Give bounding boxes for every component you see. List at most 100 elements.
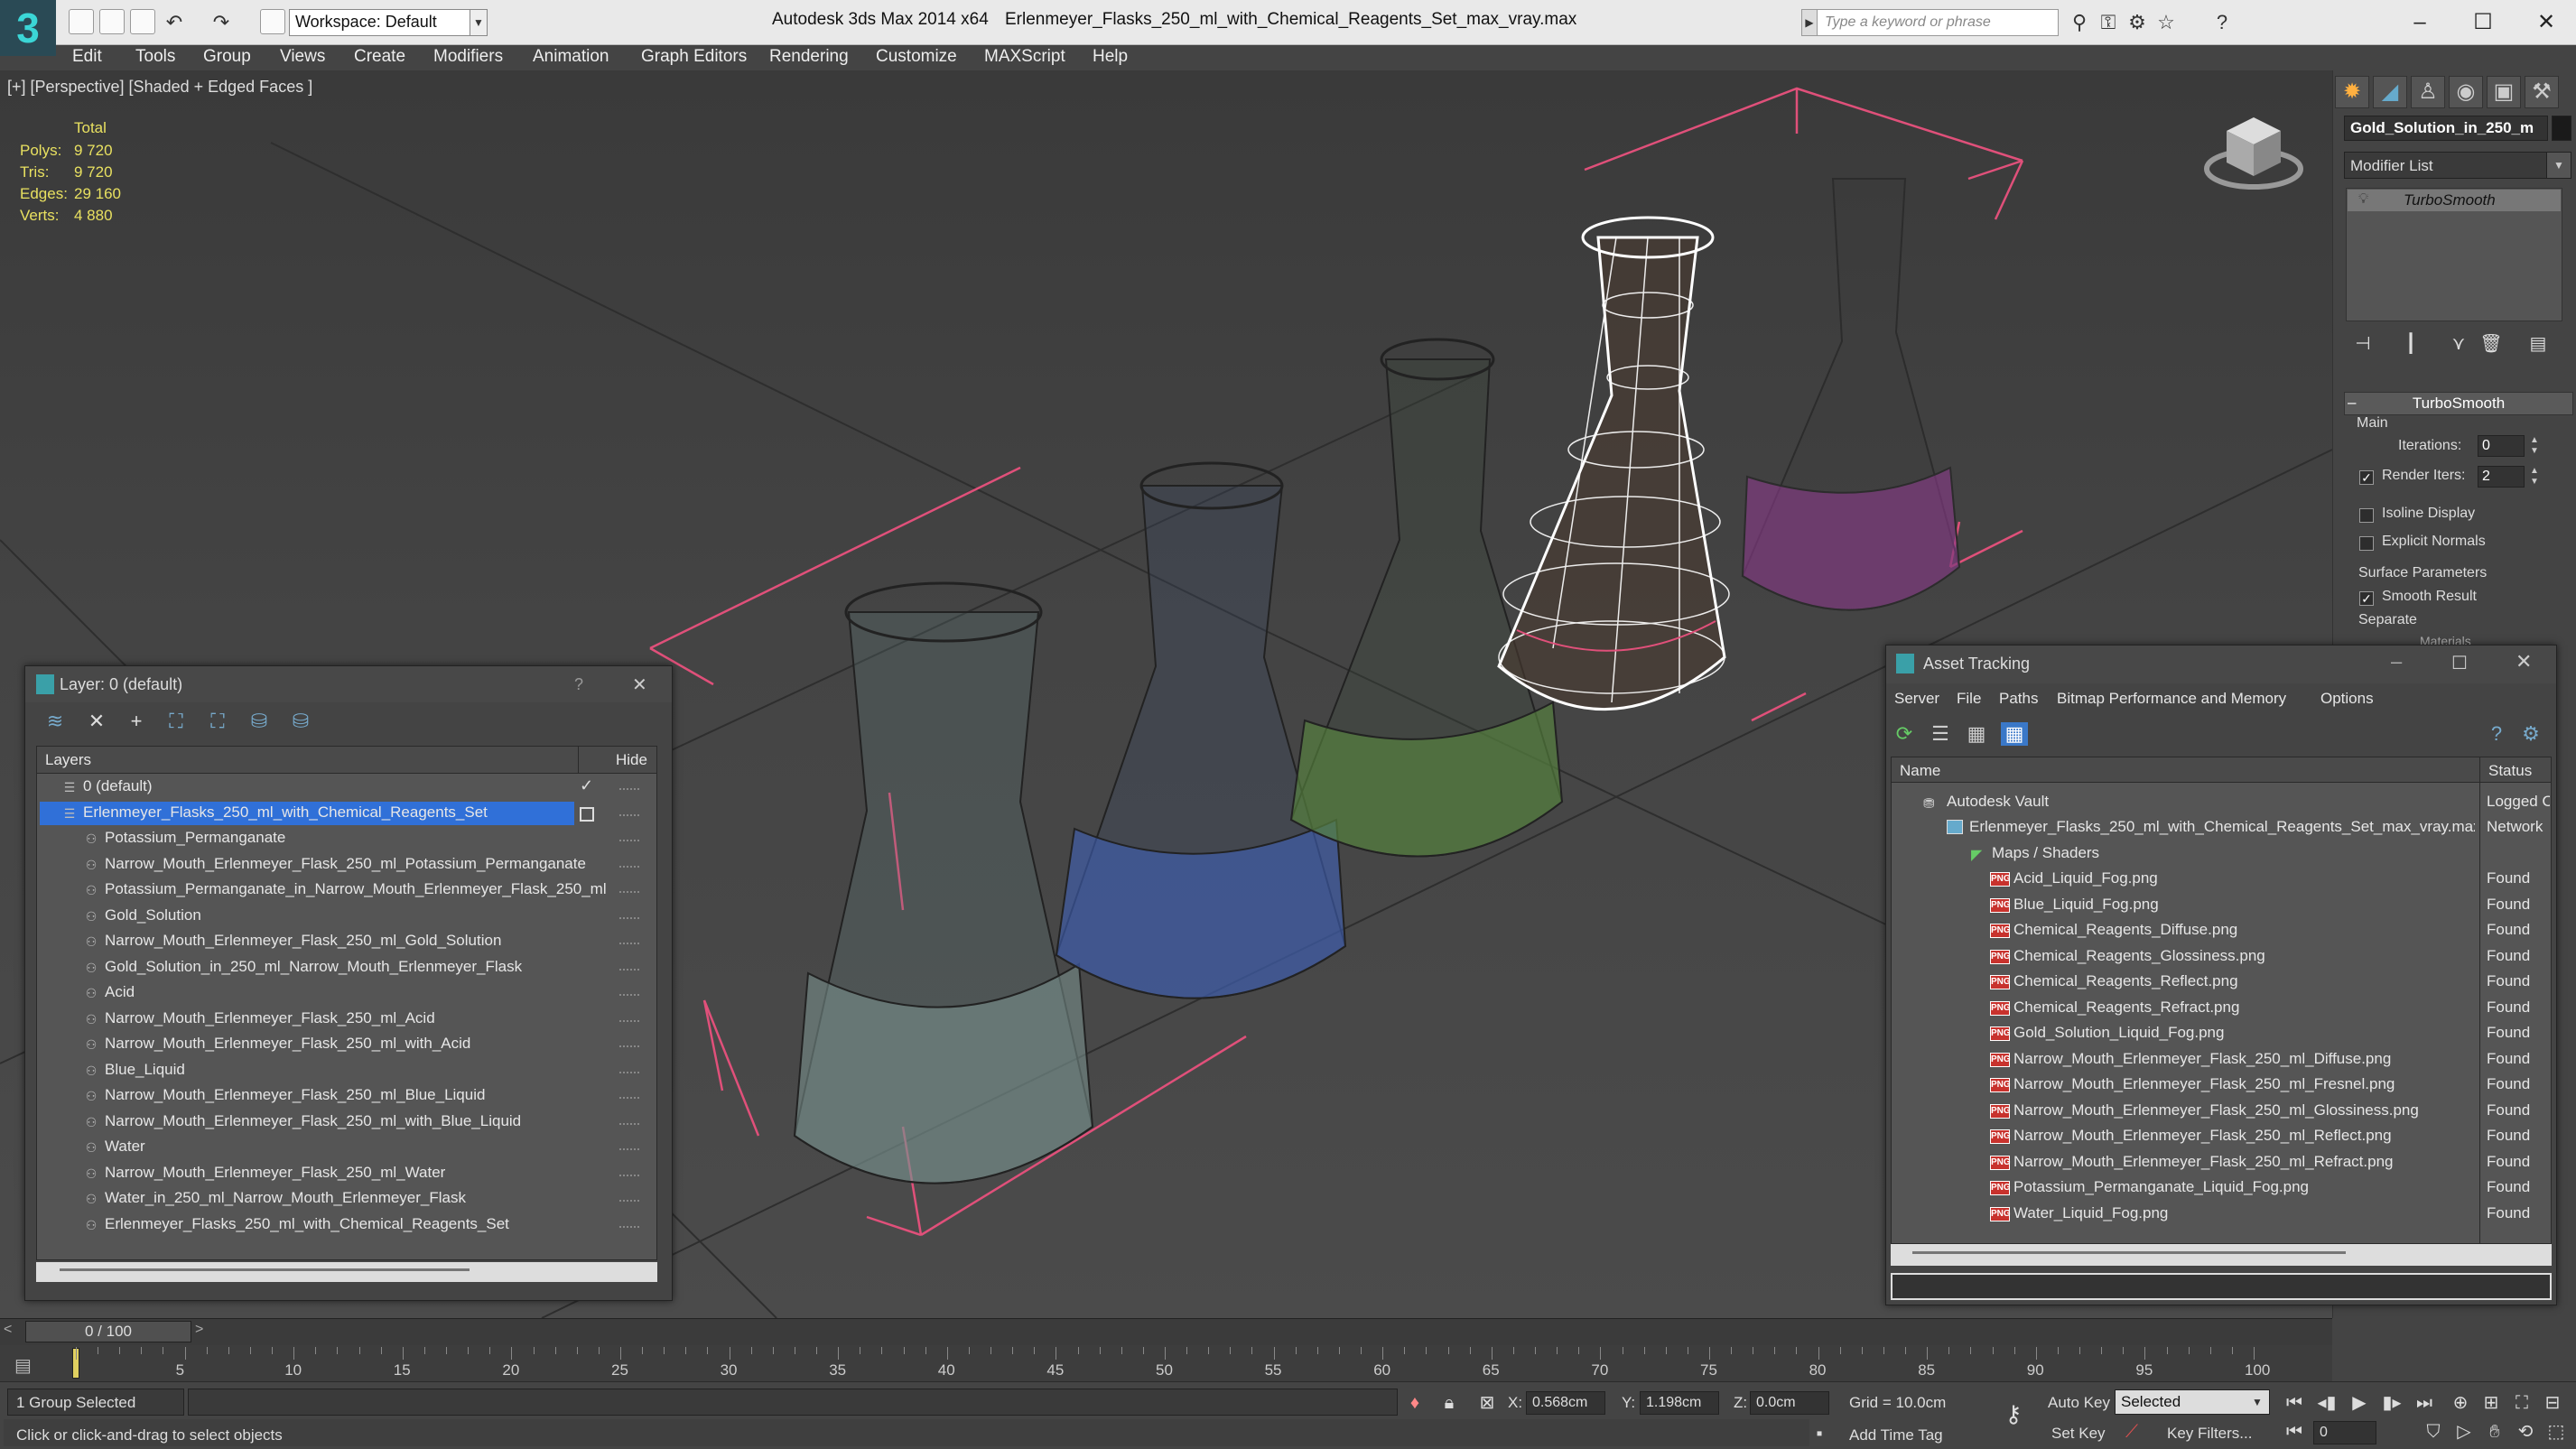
asset-menu-file[interactable]: File [1957, 690, 1981, 708]
menu-maxscript[interactable]: MAXScript [984, 45, 1065, 69]
layer-help-button[interactable]: ? [574, 675, 583, 694]
set-key-mode-icon[interactable]: ⟋ [2118, 1419, 2145, 1444]
zoom-extents-all-icon[interactable]: ⊟ [2539, 1390, 2566, 1416]
asset-horizontal-scrollbar[interactable] [1891, 1244, 2552, 1266]
hide-toggle[interactable] [619, 968, 639, 972]
delete-layer-icon[interactable]: ✕ [85, 710, 108, 733]
layer-tree-item[interactable]: Narrow_Mouth_Erlenmeyer_Flask_250_ml_wit… [105, 1112, 521, 1130]
asset-map-item[interactable]: Chemical_Reagents_Refract.png [2013, 999, 2239, 1017]
menu-group[interactable]: Group [203, 45, 251, 69]
menu-tools[interactable]: Tools [135, 45, 175, 69]
show-end-result-icon[interactable]: ┃ [2397, 330, 2424, 358]
asset-map-item[interactable]: Chemical_Reagents_Reflect.png [2013, 972, 2238, 990]
layer-tree-item[interactable]: Potassium_Permanganate [105, 829, 285, 847]
app-logo[interactable]: 3 [0, 0, 56, 56]
help-search-input[interactable]: Type a keyword or phrase [1817, 9, 2059, 36]
hide-toggle[interactable] [619, 865, 639, 869]
asset-map-item[interactable]: Narrow_Mouth_Erlenmeyer_Flask_250_ml_Ref… [2013, 1153, 2393, 1171]
flask-water[interactable] [793, 581, 1094, 1184]
orbit-icon[interactable]: ⟲ [2512, 1419, 2539, 1444]
layer-tree-item[interactable]: Water_in_250_ml_Narrow_Mouth_Erlenmeyer_… [105, 1189, 466, 1207]
layer-tree-item[interactable]: Erlenmeyer_Flasks_250_ml_with_Chemical_R… [105, 1215, 509, 1233]
layer-tree-item[interactable]: Potassium_Permanganate_in_Narrow_Mouth_E… [105, 880, 607, 898]
maximize-viewport-icon[interactable]: ⬚ [2543, 1419, 2570, 1444]
asset-maximize-icon[interactable]: ☐ [2451, 652, 2468, 674]
absolute-mode-icon[interactable]: ⊠ [1474, 1390, 1501, 1416]
hide-toggle[interactable] [619, 1071, 639, 1075]
layer-scrollbar-thumb[interactable] [60, 1268, 470, 1271]
asset-menu-server[interactable]: Server [1894, 690, 1939, 708]
asset-help-icon[interactable]: ? [2485, 722, 2508, 746]
rollout-collapse-icon[interactable]: – [2348, 394, 2356, 412]
layer-tree-item[interactable]: Blue_Liquid [105, 1061, 185, 1079]
create-layer-icon[interactable]: ≋ [43, 710, 67, 733]
field-of-view-icon[interactable]: ▷ [2450, 1419, 2478, 1444]
asset-close-icon[interactable]: ✕ [2516, 650, 2532, 673]
menu-customize[interactable]: Customize [876, 45, 957, 69]
utilities-tab-icon[interactable]: ⚒ [2525, 76, 2559, 108]
layer-tree-item[interactable]: Gold_Solution [105, 906, 201, 924]
hide-column-header[interactable]: Hide [616, 751, 647, 769]
asset-row-max-file[interactable]: Erlenmeyer_Flasks_250_ml_with_Chemical_R… [1969, 818, 2475, 836]
layer-tree-item[interactable]: 0 (default) [83, 777, 153, 795]
asset-map-item[interactable]: Chemical_Reagents_Glossiness.png [2013, 947, 2265, 965]
status-column-header[interactable]: Status [2488, 762, 2532, 780]
help-icon[interactable]: ? [2210, 11, 2234, 34]
time-tag-icon[interactable]: ▪ [1806, 1421, 1833, 1446]
hide-toggle[interactable] [619, 994, 639, 998]
close-icon[interactable]: ✕ [2528, 7, 2564, 38]
hide-toggle[interactable] [619, 1122, 639, 1127]
pin-stack-icon[interactable]: ⊣ [2349, 330, 2376, 358]
smooth-result-checkbox[interactable]: ✓ [2359, 591, 2374, 606]
asset-minimize-icon[interactable]: – [2391, 650, 2402, 673]
spinner-arrows-icon[interactable]: ▲ ▼ [2528, 435, 2541, 457]
asset-row-maps-folder[interactable]: Maps / Shaders [1992, 844, 2099, 862]
hide-toggle[interactable] [619, 891, 639, 895]
asset-map-item[interactable]: Potassium_Permanganate_Liquid_Fog.png [2013, 1178, 2309, 1196]
flask-blue-liquid[interactable] [1055, 461, 1347, 999]
iterations-spinner[interactable]: 0 [2478, 435, 2525, 457]
maximize-icon[interactable]: ☐ [2465, 7, 2501, 38]
isolate-selection-icon[interactable]: ♦ [1401, 1390, 1428, 1416]
time-slider[interactable] [0, 1318, 2332, 1345]
object-color-swatch[interactable] [2552, 116, 2571, 141]
asset-menu-paths[interactable]: Paths [1999, 690, 2038, 708]
time-slider-thumb[interactable]: 0 / 100 [25, 1321, 191, 1342]
project-folder-icon[interactable] [260, 9, 285, 34]
binoculars-icon[interactable]: ⚲ [2068, 11, 2091, 34]
asset-map-item[interactable]: Narrow_Mouth_Erlenmeyer_Flask_250_ml_Glo… [2013, 1101, 2419, 1119]
key-filters-button[interactable]: Key Filters... [2167, 1425, 2252, 1443]
workspace-dropdown[interactable]: Workspace: Default [289, 9, 471, 36]
configure-sets-icon[interactable]: ▤ [2525, 330, 2552, 358]
open-file-icon[interactable] [99, 9, 125, 34]
spinner-arrows-icon[interactable]: ▲ ▼ [2528, 466, 2541, 488]
hide-toggle[interactable] [619, 1019, 639, 1024]
chevron-down-icon[interactable]: ▼ [2252, 1396, 2263, 1408]
search-expand-icon[interactable]: ▶ [1801, 9, 1818, 36]
menu-create[interactable]: Create [354, 45, 405, 69]
menu-rendering[interactable]: Rendering [769, 45, 849, 69]
menu-graph-editors[interactable]: Graph Editors [641, 45, 747, 69]
layer-horizontal-scrollbar[interactable] [36, 1262, 657, 1282]
menu-help[interactable]: Help [1093, 45, 1128, 69]
favorites-star-icon[interactable]: ☆ [2154, 11, 2178, 34]
y-coord-field[interactable]: 1.198cm [1640, 1391, 1719, 1415]
chevron-down-icon[interactable]: ▼ [2546, 152, 2571, 179]
hide-toggle[interactable] [619, 1148, 639, 1152]
key-icon[interactable]: ⚷ [1995, 1401, 2032, 1426]
modifier-list-dropdown[interactable]: Modifier List [2344, 152, 2550, 179]
explicit-normals-checkbox[interactable] [2359, 536, 2374, 551]
zoom-extents-icon[interactable]: ⛶ [2508, 1390, 2535, 1416]
time-prev-icon[interactable]: < [4, 1322, 12, 1338]
auto-key-button[interactable]: Auto Key [2048, 1394, 2110, 1412]
add-time-tag[interactable]: Add Time Tag [1849, 1426, 1943, 1444]
motion-tab-icon[interactable]: ◉ [2449, 76, 2483, 108]
layer-tree-item[interactable]: Narrow_Mouth_Erlenmeyer_Flask_250_ml_Pot… [105, 855, 586, 873]
highlight-layer-icon[interactable]: ⛶ [206, 710, 229, 733]
add-to-layer-icon[interactable]: + [125, 710, 148, 733]
viewcube-icon[interactable] [2199, 113, 2308, 194]
layer-tree-item[interactable]: Narrow_Mouth_Erlenmeyer_Flask_250_ml_Wat… [105, 1164, 445, 1182]
isoline-display-checkbox[interactable] [2359, 508, 2374, 523]
set-current-layer-checkbox[interactable] [580, 806, 594, 822]
layers-column-header[interactable]: Layers [45, 751, 91, 769]
